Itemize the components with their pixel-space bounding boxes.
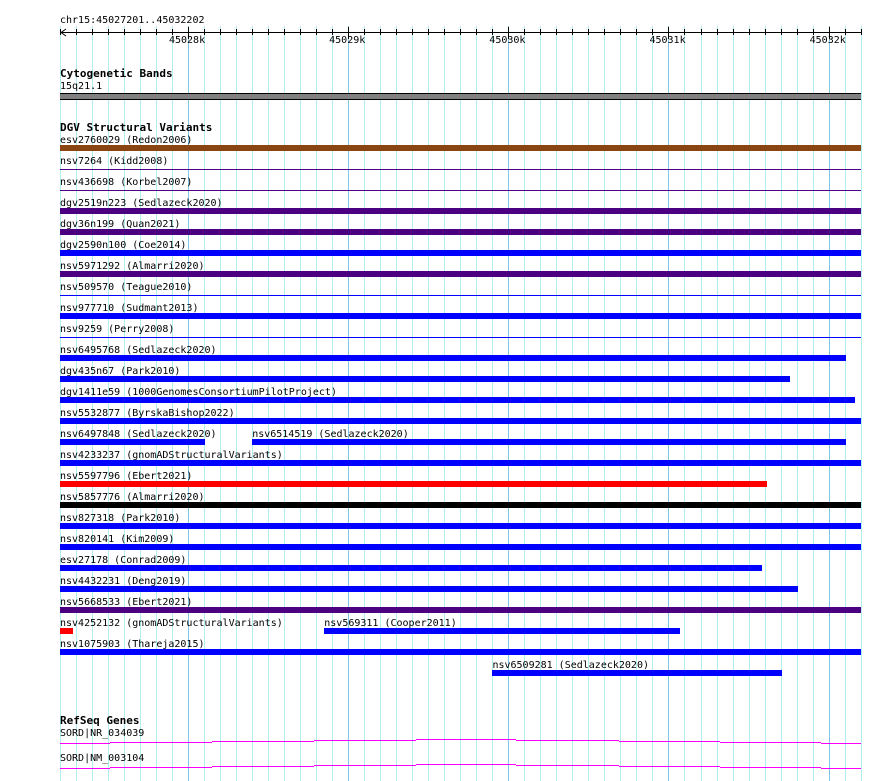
variant-bar[interactable] [60, 502, 861, 508]
variant-bar[interactable] [60, 250, 861, 256]
variant-bar[interactable] [60, 439, 206, 445]
ruler-label: 45032k [809, 35, 846, 46]
gene-label: SORD|NM_003104 [60, 753, 145, 764]
gene-segment[interactable] [821, 743, 861, 744]
variant-bar[interactable] [60, 418, 861, 424]
variant-label: nsv9259 (Perry2008) [60, 324, 175, 335]
variant-bar[interactable] [60, 397, 855, 403]
cytoband-bar[interactable] [60, 93, 861, 100]
gene-segment[interactable] [314, 765, 416, 766]
dgv-track-title: DGV Structural Variants [60, 121, 213, 134]
variant-bar[interactable] [60, 649, 861, 655]
variant-bar[interactable] [60, 586, 798, 592]
variant-bar[interactable] [60, 523, 861, 529]
variant-bar[interactable] [60, 628, 73, 634]
variant-bar[interactable] [60, 607, 861, 613]
gene-label: SORD|NR_034039 [60, 728, 145, 739]
ruler-label: 45028k [168, 35, 206, 46]
variant-label: nsv509570 (Teague2010) [60, 282, 193, 293]
gene-segment[interactable] [516, 765, 619, 766]
gene-segment[interactable] [416, 764, 516, 765]
gene-segment[interactable] [314, 740, 416, 741]
gene-segment[interactable] [60, 743, 110, 744]
variant-bar[interactable] [60, 565, 762, 571]
variant-label: nsv436698 (Korbel2007) [60, 177, 193, 188]
variant-bar[interactable] [324, 628, 680, 634]
gene-segment[interactable] [619, 741, 720, 742]
variant-bar[interactable] [60, 481, 767, 487]
gene-segment[interactable] [212, 766, 314, 767]
variant-bar[interactable] [60, 376, 790, 382]
variant-bar[interactable] [60, 460, 861, 466]
location-label: chr15:45027201..45032202 [60, 15, 205, 26]
variant-bar[interactable] [492, 670, 782, 676]
gene-segment[interactable] [416, 739, 516, 740]
variant-bar[interactable] [60, 313, 861, 319]
variant-label: nsv4252132 (gnomADStructuralVariants) [60, 618, 283, 629]
gene-segment[interactable] [60, 768, 110, 769]
gene-segment[interactable] [110, 767, 212, 768]
variant-bar[interactable] [60, 337, 861, 338]
variant-bar[interactable] [252, 439, 846, 445]
gene-segment[interactable] [821, 768, 861, 769]
gene-segment[interactable] [212, 741, 314, 742]
gene-segment[interactable] [516, 740, 619, 741]
variant-bar[interactable] [60, 544, 861, 550]
cytoband-label: 15q21.1 [60, 81, 103, 92]
ruler-label: 45031k [649, 35, 686, 46]
variant-bar[interactable] [60, 169, 861, 170]
gene-segment[interactable] [720, 767, 821, 768]
variant-label: nsv7264 (Kidd2008) [60, 156, 169, 167]
gene-segment[interactable] [720, 742, 821, 743]
ruler-label: 45029k [329, 35, 366, 46]
variant-bar[interactable] [60, 271, 861, 277]
cytoband-track-title: Cytogenetic Bands [60, 67, 173, 80]
variant-bar[interactable] [60, 208, 861, 214]
variant-bar[interactable] [60, 145, 861, 151]
gene-segment[interactable] [619, 766, 720, 767]
gene-segment[interactable] [110, 742, 212, 743]
variant-bar[interactable] [60, 355, 846, 361]
ruler-label: 45030k [489, 35, 526, 46]
refseq-track-title: RefSeq Genes [60, 714, 140, 727]
variant-bar[interactable] [60, 190, 861, 191]
variant-bar[interactable] [60, 295, 861, 296]
variant-bar[interactable] [60, 229, 861, 235]
